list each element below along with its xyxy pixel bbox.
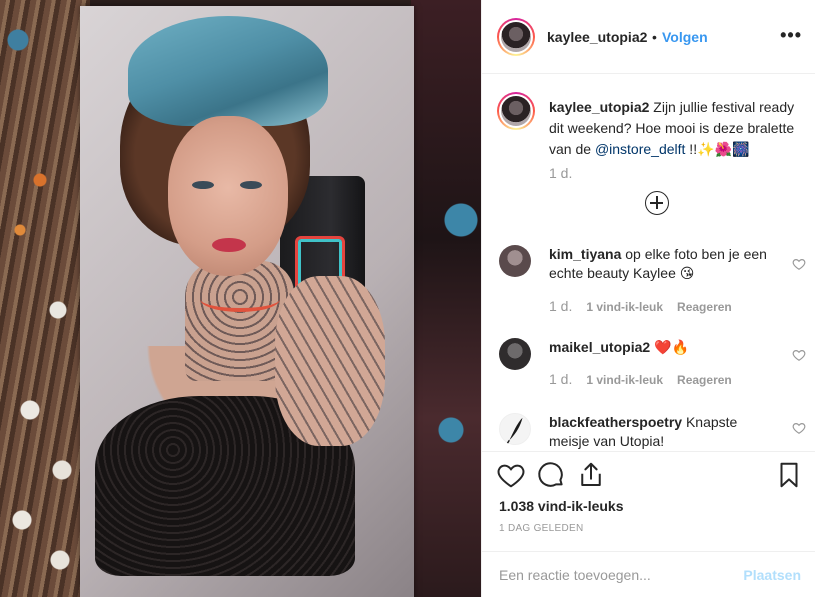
more-options-icon[interactable]: •••: [780, 25, 802, 46]
post-actions: 1.038 vind-ik-leuks 1 DAG GELEDEN: [482, 451, 815, 551]
comment-like-heart-icon[interactable]: [792, 348, 806, 362]
follow-button[interactable]: Volgen: [662, 29, 708, 45]
comment-meta: 1 d. 1 vind-ik-leuk Reageren: [549, 371, 746, 387]
comment-timestamp[interactable]: 1 d.: [549, 298, 572, 314]
caption-text: kaylee_utopia2 Zijn jullie festival read…: [549, 97, 809, 160]
caption-mention-link[interactable]: @instore_delft: [595, 141, 685, 157]
comment-likes[interactable]: 1 vind-ik-leuk: [586, 373, 663, 387]
heart-outline-icon[interactable]: [496, 460, 526, 490]
comment-avatar[interactable]: [499, 245, 531, 277]
comment-username[interactable]: kim_tiyana: [549, 246, 621, 262]
post-header: kaylee_utopia2 • Volgen •••: [482, 0, 815, 74]
reply-button[interactable]: Reageren: [677, 373, 732, 387]
share-icon[interactable]: [576, 460, 606, 490]
comment-timestamp[interactable]: 1 d.: [549, 371, 572, 387]
comment-username[interactable]: maikel_utopia2: [549, 339, 650, 355]
likes-count[interactable]: 1.038 vind-ik-leuks: [499, 498, 624, 514]
avatar[interactable]: [497, 18, 535, 56]
feather-icon: [506, 417, 523, 444]
comment-meta: 1 d. 1 vind-ik-leuk Reageren: [549, 298, 746, 314]
bookmark-icon[interactable]: [774, 460, 804, 490]
caption-timestamp[interactable]: 1 d.: [549, 165, 572, 181]
comment-body: ❤️🔥: [650, 339, 689, 355]
load-more-comments-icon[interactable]: [645, 191, 669, 215]
reply-button[interactable]: Reageren: [677, 300, 732, 314]
photo-background-right: [411, 0, 481, 597]
photo-background-left: [0, 0, 90, 597]
add-comment-bar: Plaatsen: [482, 551, 815, 597]
comment-text: maikel_utopia2 ❤️🔥: [549, 338, 779, 357]
post-comment-button[interactable]: Plaatsen: [743, 567, 801, 583]
post-username[interactable]: kaylee_utopia2: [547, 29, 647, 45]
comment-like-heart-icon[interactable]: [792, 257, 806, 271]
post-details-panel: kaylee_utopia2 • Volgen ••• kaylee_utopi…: [481, 0, 815, 597]
caption-avatar[interactable]: [497, 92, 535, 130]
post-photo[interactable]: [0, 0, 481, 597]
photo-print: [80, 6, 414, 597]
comment-input[interactable]: [499, 562, 729, 588]
separator-dot: •: [652, 29, 657, 45]
post-timestamp[interactable]: 1 DAG GELEDEN: [499, 523, 583, 534]
comment-text: blackfeatherspoetry Knapste meisje van U…: [549, 413, 779, 451]
comment-avatar[interactable]: [499, 338, 531, 370]
caption-username[interactable]: kaylee_utopia2: [549, 99, 649, 115]
comment-avatar[interactable]: [499, 413, 531, 445]
comments-list[interactable]: kaylee_utopia2 Zijn jullie festival read…: [482, 75, 815, 451]
comment-bubble-icon[interactable]: [536, 460, 566, 490]
comment-username[interactable]: blackfeatherspoetry: [549, 414, 682, 430]
caption-emoji: !!✨🌺🎆: [685, 141, 750, 157]
comment-text: kim_tiyana op elke foto ben je een echte…: [549, 245, 779, 283]
comment-like-heart-icon[interactable]: [792, 421, 806, 435]
comment-likes[interactable]: 1 vind-ik-leuk: [586, 300, 663, 314]
